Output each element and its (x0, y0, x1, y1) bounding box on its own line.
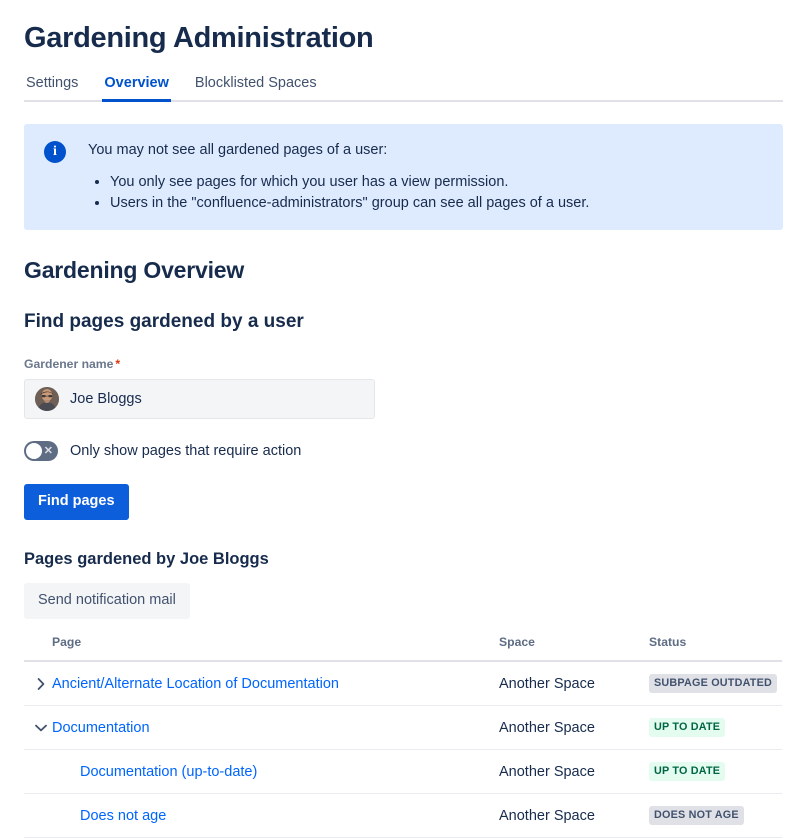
status-badge: UP TO DATE (649, 718, 725, 737)
require-action-toggle-label: Only show pages that require action (70, 443, 301, 459)
status-badge: UP TO DATE (649, 762, 725, 781)
tab-blocklisted-spaces[interactable]: Blocklisted Spaces (193, 75, 319, 100)
status-badge: DOES NOT AGE (649, 806, 744, 825)
gardener-name-label: Gardener name* (24, 356, 783, 372)
cell-page: Does not age (24, 794, 499, 838)
page-link[interactable]: Documentation (up-to-date) (80, 764, 257, 780)
list-item: Users in the "confluence-administrators"… (110, 193, 589, 214)
cell-status: UP TO DATE (649, 706, 782, 750)
table-row: Ancient/Alternate Location of Documentat… (24, 661, 782, 706)
info-banner-body: You may not see all gardened pages of a … (88, 138, 589, 214)
required-marker: * (115, 357, 120, 371)
page-link[interactable]: Ancient/Alternate Location of Documentat… (52, 676, 339, 692)
table-body: Ancient/Alternate Location of Documentat… (24, 661, 782, 838)
gardener-name-input[interactable]: Joe Bloggs (24, 379, 375, 419)
chevron-right-icon[interactable] (30, 678, 52, 690)
results-heading: Pages gardened by Joe Bloggs (24, 549, 783, 570)
cell-page: Documentation (24, 706, 499, 750)
column-header-status: Status (649, 635, 782, 661)
column-header-space: Space (499, 635, 649, 661)
cell-page: Ancient/Alternate Location of Documentat… (24, 661, 499, 706)
list-item: You only see pages for which you user ha… (110, 172, 589, 193)
find-pages-button[interactable]: Find pages (24, 484, 129, 520)
require-action-toggle[interactable]: ✕ (24, 441, 58, 461)
cell-space: Another Space (499, 794, 649, 838)
chevron-down-icon[interactable] (30, 724, 52, 732)
gardened-pages-table: Page Space Status Ancient/Alternate Loca… (24, 635, 782, 838)
info-banner-lead: You may not see all gardened pages of a … (88, 140, 589, 160)
send-notification-mail-button[interactable]: Send notification mail (24, 583, 190, 619)
cell-space: Another Space (499, 750, 649, 794)
toggle-knob (26, 443, 42, 459)
cell-space: Another Space (499, 661, 649, 706)
column-header-page: Page (24, 635, 499, 661)
cell-page: Documentation (up-to-date) (24, 750, 499, 794)
info-banner-list: You only see pages for which you user ha… (88, 172, 589, 214)
tab-settings[interactable]: Settings (24, 75, 80, 100)
find-pages-heading: Find pages gardened by a user (24, 310, 783, 334)
tab-bar: Settings Overview Blocklisted Spaces (24, 75, 783, 102)
page-link[interactable]: Documentation (52, 720, 150, 736)
gardener-name-value: Joe Bloggs (70, 391, 142, 407)
tab-overview[interactable]: Overview (102, 75, 171, 100)
info-banner: i You may not see all gardened pages of … (24, 124, 783, 230)
gardener-name-label-text: Gardener name (24, 357, 113, 371)
cell-status: DOES NOT AGE (649, 794, 782, 838)
gardening-overview-heading: Gardening Overview (24, 256, 783, 284)
page-title: Gardening Administration (24, 0, 783, 55)
admin-page: Gardening Administration Settings Overvi… (0, 0, 807, 838)
table-row: Documentation Another Space UP TO DATE (24, 706, 782, 750)
avatar (35, 387, 59, 411)
cell-space: Another Space (499, 706, 649, 750)
table-header-row: Page Space Status (24, 635, 782, 661)
table-row: Does not age Another Space DOES NOT AGE (24, 794, 782, 838)
close-icon: ✕ (44, 441, 53, 461)
status-badge: SUBPAGE OUTDATED (649, 674, 777, 693)
require-action-toggle-row: ✕ Only show pages that require action (24, 441, 783, 461)
info-icon: i (44, 141, 66, 163)
table-row: Documentation (up-to-date) Another Space… (24, 750, 782, 794)
page-link[interactable]: Does not age (80, 808, 166, 824)
cell-status: UP TO DATE (649, 750, 782, 794)
table-head: Page Space Status (24, 635, 782, 661)
cell-status: SUBPAGE OUTDATED (649, 661, 782, 706)
